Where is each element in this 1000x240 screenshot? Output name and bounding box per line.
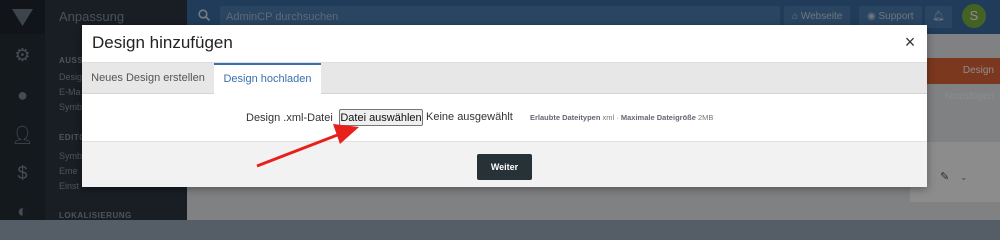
hint-types-label: Erlaubte Dateitypen [530,113,601,122]
tab-create-design[interactable]: Neues Design erstellen [82,63,214,94]
file-status: Keine ausgewählt [426,111,513,123]
close-button[interactable]: × [901,33,919,51]
hint-types-value: xml [602,113,615,122]
continue-button[interactable]: Weiter [477,154,532,180]
choose-file-button[interactable]: Datei auswählen [339,109,423,126]
tab-upload-design[interactable]: Design hochladen [214,63,321,95]
dialog-footer: Weiter [82,141,927,187]
hint-size-label: Maximale Dateigröße [620,113,696,122]
hint-size-value: 2MB [698,113,714,122]
dialog-tabs: Neues Design erstellen Design hochladen [82,62,927,95]
upload-hint: Erlaubte Dateitypen xml · Maximale Datei… [530,113,714,122]
add-design-dialog: Design hinzufügen × Neues Design erstell… [82,25,927,187]
dialog-title: Design hinzufügen [92,33,233,52]
file-field-label: Design .xml-Datei [246,112,333,124]
